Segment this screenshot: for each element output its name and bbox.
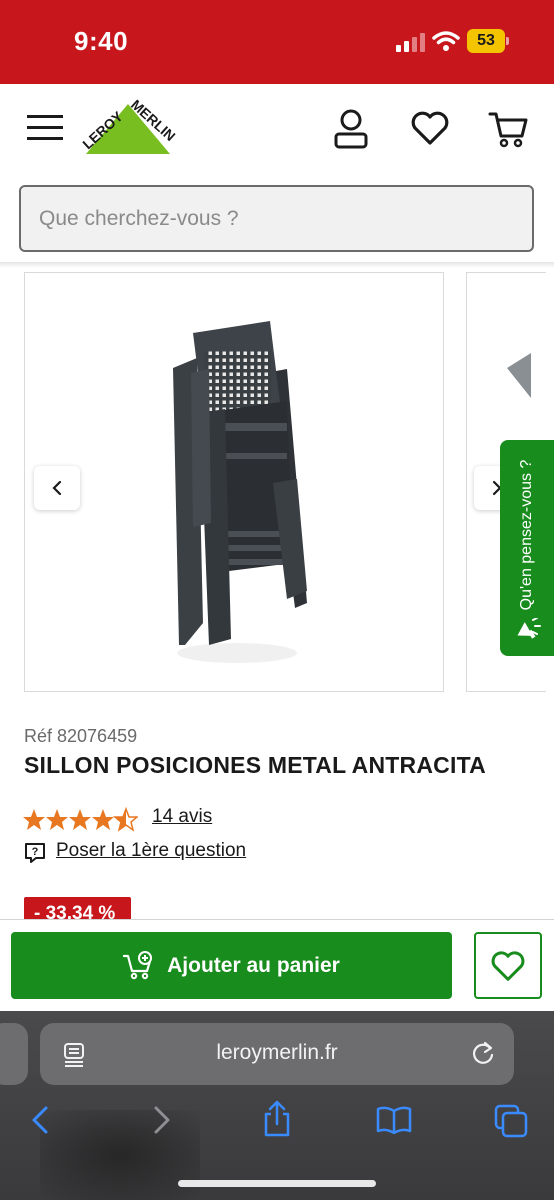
account-icon[interactable] bbox=[332, 108, 370, 150]
leroy-merlin-logo[interactable]: LEROY MERLIN bbox=[80, 98, 176, 158]
chair-image bbox=[173, 321, 307, 663]
cart-add-icon bbox=[123, 950, 153, 979]
forward-icon[interactable] bbox=[148, 1104, 174, 1136]
add-to-favorites-button[interactable] bbox=[474, 932, 542, 999]
megaphone-icon bbox=[517, 618, 541, 639]
heart-icon bbox=[491, 950, 525, 981]
header-divider bbox=[0, 262, 554, 268]
rating-stars bbox=[23, 808, 138, 831]
bookmarks-icon[interactable] bbox=[376, 1106, 412, 1134]
back-icon[interactable] bbox=[28, 1104, 54, 1136]
add-to-cart-button[interactable]: Ajouter au panier bbox=[11, 932, 452, 999]
menu-icon[interactable] bbox=[27, 113, 63, 143]
search-input[interactable]: Que cherchez-vous ? bbox=[19, 185, 534, 252]
product-image[interactable] bbox=[24, 272, 444, 692]
page: 9:40 53 LEROY MERLIN Que cherchez-vous ?… bbox=[0, 0, 554, 1200]
ask-question-link[interactable]: Poser la 1ère question bbox=[56, 840, 246, 862]
svg-text:?: ? bbox=[32, 846, 39, 858]
previous-tab-preview[interactable] bbox=[0, 1023, 28, 1085]
status-time: 9:40 bbox=[74, 26, 129, 56]
tabs-icon[interactable] bbox=[494, 1104, 528, 1138]
product-ref: Réf 82076459 bbox=[24, 726, 138, 746]
feedback-tab-label[interactable]: Qu'en pensez-vous ? bbox=[518, 460, 536, 611]
product-title: SILLON POSICIONES METAL ANTRACITA bbox=[24, 752, 486, 778]
address-bar-url[interactable]: leroymerlin.fr bbox=[40, 1041, 514, 1065]
battery-level: 53 bbox=[467, 29, 505, 53]
wifi-icon bbox=[432, 31, 460, 51]
reviews-link[interactable]: 14 avis bbox=[152, 806, 212, 828]
question-bubble-icon: ? bbox=[25, 843, 45, 863]
reload-icon[interactable] bbox=[470, 1041, 496, 1067]
gallery-prev-button[interactable] bbox=[34, 466, 80, 510]
share-icon[interactable] bbox=[262, 1100, 292, 1138]
reader-mode-icon[interactable] bbox=[63, 1041, 85, 1067]
cart-icon[interactable] bbox=[488, 110, 528, 150]
cellular-signal-icon bbox=[396, 33, 425, 52]
status-bar: 9:40 53 bbox=[0, 0, 554, 84]
home-indicator bbox=[178, 1180, 376, 1187]
battery-icon: 53 bbox=[467, 29, 509, 53]
favorites-icon[interactable] bbox=[410, 110, 450, 146]
add-to-cart-label: Ajouter au panier bbox=[167, 953, 340, 977]
chevron-left-icon bbox=[52, 480, 62, 496]
discount-badge: - 33,34 % bbox=[24, 897, 131, 919]
